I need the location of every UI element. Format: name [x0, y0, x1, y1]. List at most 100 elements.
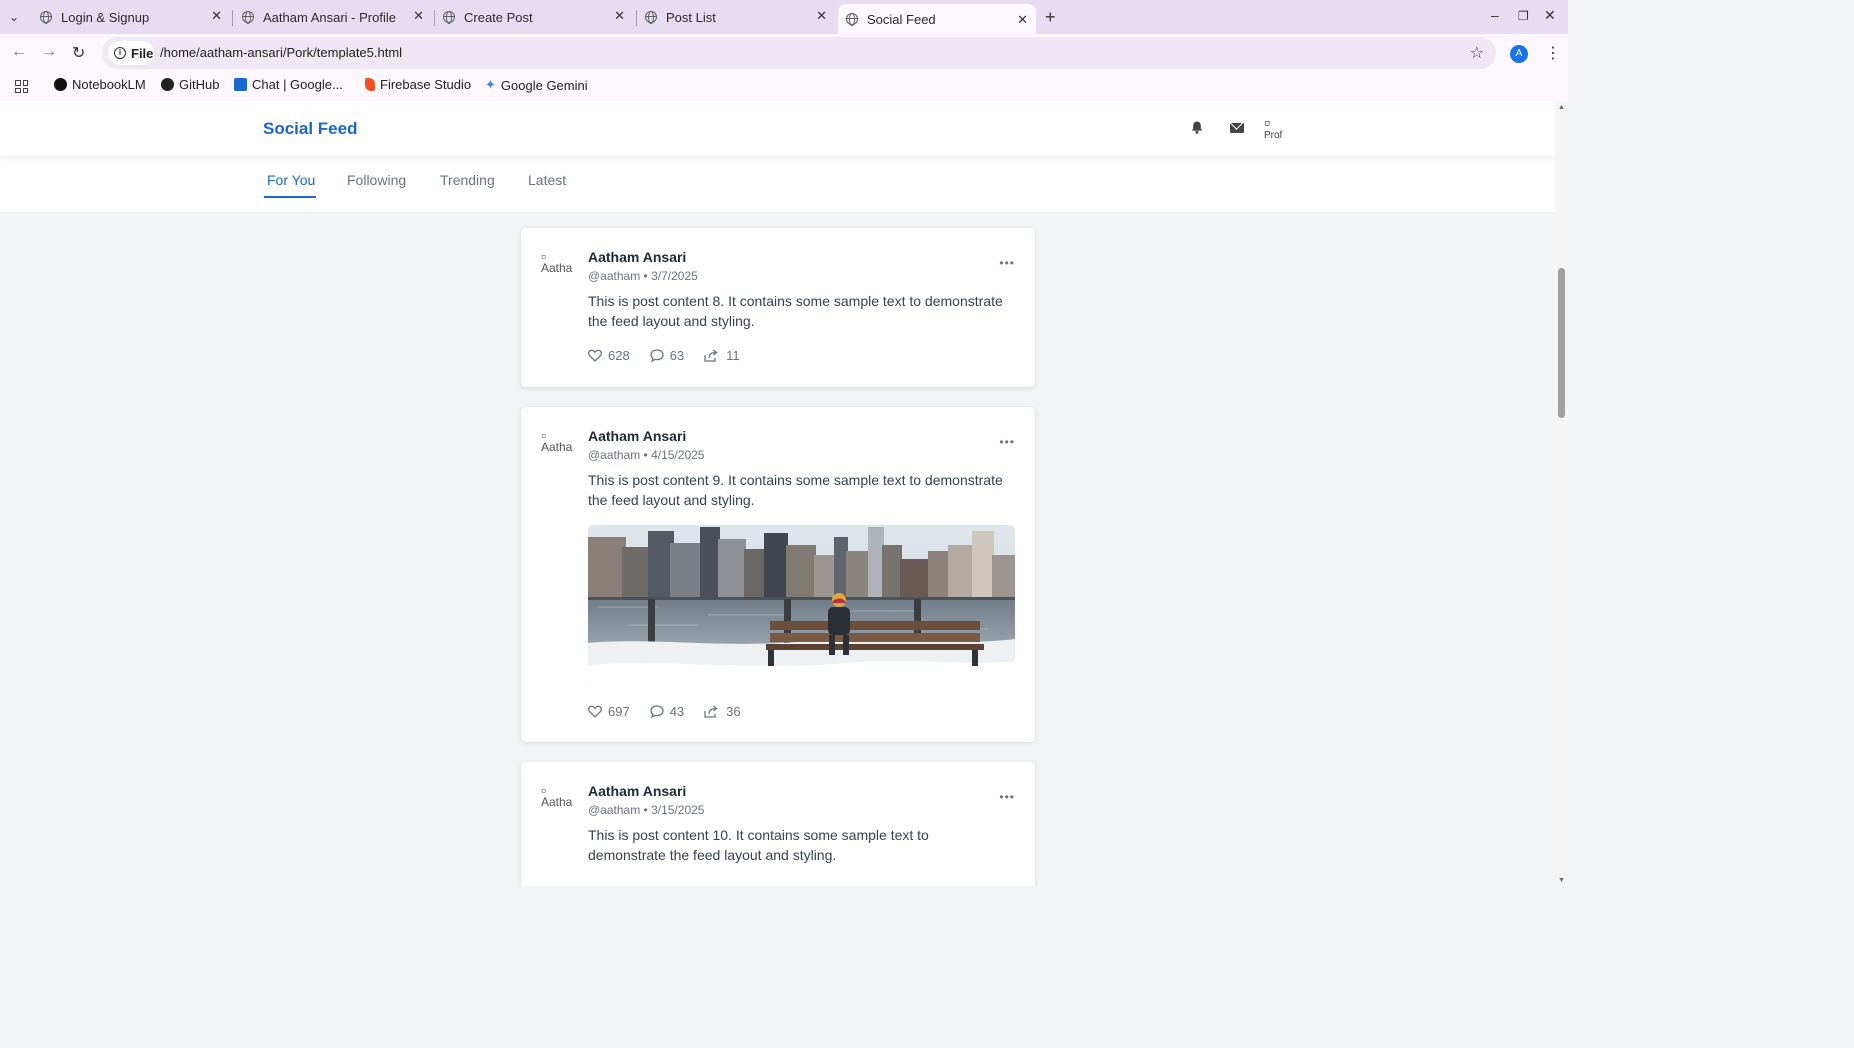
post-card: ▫ Aatha Aatham Ansari @aatham • 3/15/202…	[521, 762, 1035, 886]
globe-icon	[443, 11, 455, 24]
restore-icon[interactable]: ❐	[1518, 9, 1529, 23]
heart-icon	[588, 705, 602, 718]
share-button[interactable]: 36	[704, 704, 741, 719]
bookmark-label: Google Gemini	[500, 77, 588, 93]
post-author-avatar[interactable]: ▫ Aatha	[541, 429, 575, 463]
browser-profile-avatar[interactable]: A	[1510, 45, 1528, 63]
tab-latest[interactable]: Latest	[528, 172, 566, 188]
share-icon	[704, 349, 718, 362]
mail-icon[interactable]	[1230, 123, 1244, 133]
heart-icon	[588, 349, 602, 362]
avatar-alt-text: Aatha	[541, 795, 573, 809]
back-arrow-icon[interactable]: ←	[11, 43, 27, 61]
post-card: ▫ Aatha Aatham Ansari @aatham • 3/7/2025…	[521, 228, 1035, 387]
share-count: 11	[726, 348, 740, 363]
scroll-up-arrow-icon[interactable]: ▲	[1558, 104, 1565, 111]
feed-tabs: For You Following Trending Latest	[0, 156, 1555, 213]
post-author-name[interactable]: Aatham Ansari	[588, 249, 686, 265]
bell-icon[interactable]	[1191, 121, 1203, 134]
post-content: This is post content 8. It contains some…	[588, 293, 1003, 329]
browser-tab-create-post[interactable]: Create Post ✕	[443, 4, 625, 30]
new-tab-plus-icon[interactable]: +	[1045, 7, 1056, 28]
apps-grid-icon[interactable]	[15, 80, 28, 93]
bookmark-firebase[interactable]: Firebase Studio	[365, 77, 471, 92]
firebase-icon	[365, 78, 375, 91]
site-info-chip[interactable]: i File	[108, 41, 154, 65]
post-author-avatar[interactable]: ▫ Aatha	[541, 784, 575, 818]
post-image[interactable]	[588, 525, 1015, 687]
post-content: This is post content 9. It contains some…	[588, 472, 1003, 508]
browser-tab-social-feed[interactable]: Social Feed ✕	[838, 4, 1036, 34]
browser-tab-title: Post List	[666, 9, 716, 25]
browser-tab-title: Aatham Ansari - Profile	[263, 9, 396, 25]
bookmark-chat[interactable]: Chat | Google...	[234, 77, 343, 92]
globe-icon	[645, 11, 657, 24]
avatar-alt-text: Aatha	[541, 261, 573, 275]
minimize-icon[interactable]: –	[1491, 7, 1499, 23]
browser-menu-icon[interactable]: ⋮	[1545, 43, 1561, 63]
comment-icon	[650, 349, 664, 362]
share-icon	[704, 705, 718, 718]
more-options-icon[interactable]: •••	[999, 435, 1015, 449]
tab-list-chevron-icon[interactable]: ⌄	[9, 10, 19, 24]
post-author-name[interactable]: Aatham Ansari	[588, 428, 686, 444]
globe-icon	[40, 11, 52, 24]
close-icon[interactable]: ✕	[614, 8, 625, 24]
post-author-avatar[interactable]: ▫ Aatha	[541, 250, 575, 284]
browser-tab-post-list[interactable]: Post List ✕	[645, 4, 827, 30]
page-viewport: Social Feed ▫ Prof For You Following Tre…	[0, 102, 1555, 886]
github-icon	[161, 78, 174, 91]
browser-tab-title: Login & Signup	[61, 9, 150, 25]
share-button[interactable]: 11	[704, 348, 740, 363]
window-close-icon[interactable]: ✕	[1544, 7, 1556, 24]
forward-arrow-icon[interactable]: →	[41, 43, 57, 61]
comment-button[interactable]: 43	[650, 704, 684, 719]
post-meta: @aatham • 4/15/2025	[588, 448, 705, 462]
close-icon[interactable]: ✕	[1017, 12, 1028, 28]
tab-separator	[232, 10, 233, 26]
reload-icon[interactable]: ↻	[72, 43, 85, 63]
browser-tab-title: Create Post	[464, 9, 533, 25]
address-bar[interactable]: i File /home/aatham-ansari/Pork/template…	[102, 37, 1496, 69]
header-profile-avatar[interactable]: ▫ Prof	[1264, 116, 1292, 144]
close-icon[interactable]: ✕	[816, 8, 827, 24]
tab-separator	[636, 10, 637, 26]
bookmarks-bar: NotebookLM GitHub Chat | Google... Fireb…	[0, 72, 1568, 102]
post-author-name[interactable]: Aatham Ansari	[588, 783, 686, 799]
browser-tab-profile[interactable]: Aatham Ansari - Profile ✕	[242, 4, 424, 30]
bookmark-notebooklm[interactable]: NotebookLM	[54, 77, 146, 92]
comment-button[interactable]: 63	[650, 348, 684, 363]
tab-following[interactable]: Following	[347, 172, 406, 188]
post-actions: 697 43 36	[588, 704, 761, 719]
like-button[interactable]: 628	[588, 348, 630, 363]
bookmark-gemini[interactable]: ✦ Google Gemini	[485, 77, 588, 93]
scroll-down-arrow-icon[interactable]: ▼	[1558, 877, 1565, 884]
bookmark-star-icon[interactable]: ☆	[1470, 43, 1484, 63]
site-info-label: File	[131, 45, 154, 61]
gemini-icon: ✦	[485, 77, 496, 92]
avatar-alt-text: Aatha	[541, 440, 573, 454]
browser-tabstrip: ⌄ Login & Signup ✕ Aatham Ansari - Profi…	[0, 0, 1568, 34]
post-actions: 628 63 11	[588, 348, 760, 363]
more-options-icon[interactable]: •••	[999, 790, 1015, 804]
close-icon[interactable]: ✕	[211, 8, 222, 24]
active-tab-indicator	[264, 196, 316, 198]
comment-count: 43	[669, 704, 685, 719]
comment-icon	[650, 705, 664, 718]
globe-icon	[846, 13, 858, 26]
close-icon[interactable]: ✕	[413, 8, 424, 24]
url-text[interactable]: /home/aatham-ansari/Pork/template5.html	[160, 45, 402, 60]
bookmark-github[interactable]: GitHub	[161, 77, 219, 92]
city-waterfront-photo	[588, 525, 1015, 687]
like-button[interactable]: 697	[588, 704, 630, 719]
tab-trending[interactable]: Trending	[440, 172, 495, 188]
brand-title[interactable]: Social Feed	[263, 119, 357, 139]
like-count: 697	[608, 704, 630, 719]
tab-for-you[interactable]: For You	[267, 172, 315, 188]
more-options-icon[interactable]: •••	[999, 256, 1015, 270]
scroll-thumb[interactable]	[1558, 268, 1565, 418]
page-scrollbar[interactable]: ▲ ▼	[1555, 102, 1568, 886]
browser-tab-login[interactable]: Login & Signup ✕	[40, 4, 222, 30]
avatar-alt-text: Prof	[1264, 130, 1283, 141]
tab-separator	[434, 10, 435, 26]
